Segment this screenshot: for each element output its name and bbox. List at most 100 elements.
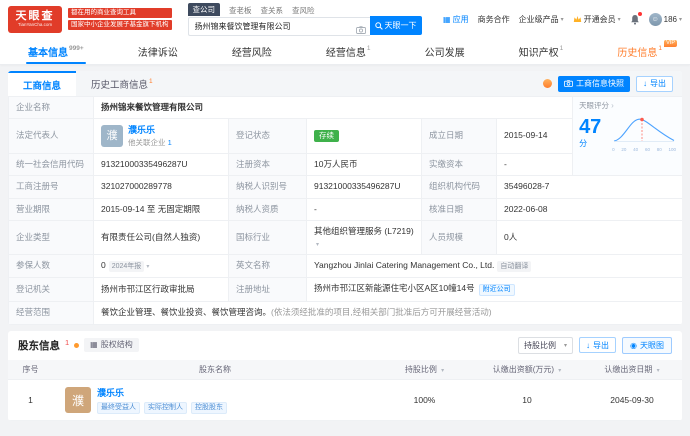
field-label: 核准日期	[422, 198, 497, 220]
search-icon	[375, 22, 383, 30]
snapshot-button[interactable]: 工商信息快照	[558, 76, 630, 92]
notification-bell-icon[interactable]	[630, 14, 640, 25]
col-holding-ratio[interactable]: 持股比例 ▾	[377, 360, 472, 380]
search-tab-risk[interactable]: 查风险	[292, 5, 315, 16]
section-nav: 基本信息999+ 法律诉讼 经营风险 经营信息1 公司发展 知识产权1 历史信息…	[0, 38, 690, 65]
tab-risk-label: 经营风险	[232, 44, 272, 59]
tab-basic-info[interactable]: 基本信息999+	[26, 38, 86, 64]
menu-cooperation-label: 商务合作	[478, 14, 510, 25]
tianyan-graph-label: 天眼图	[640, 340, 664, 351]
field-label: 国标行业	[229, 221, 307, 255]
tab-history-info[interactable]: 历史信息1 VIP	[615, 38, 664, 64]
tab-development-label: 公司发展	[425, 44, 465, 59]
chevron-down-icon[interactable]: ▾	[316, 242, 319, 248]
menu-cooperation[interactable]: 商务合作	[478, 14, 510, 25]
paid-capital-value: -	[497, 153, 573, 175]
search-input[interactable]	[188, 17, 370, 36]
camera-search-icon[interactable]	[356, 21, 366, 39]
reg-address-value: 扬州市邗江区新能源住宅小区A区10幢14号	[314, 283, 475, 293]
score-axis: 020406080100	[612, 147, 676, 153]
nearby-companies-link[interactable]: 附近公司	[479, 284, 515, 296]
table-row: 企业名称 扬州锦来餐饮管理有限公司 天眼评分 › 47分	[9, 97, 683, 119]
table-row: 企业类型 有限责任公司(自然人独资) 国标行业 其他组织管理服务 (L7219)…	[9, 221, 683, 255]
reg-address-cell: 扬州市邗江区新能源住宅小区A区10幢14号附近公司	[307, 278, 683, 302]
menu-enterprise[interactable]: 企业级产品 ▾	[519, 14, 564, 25]
apps-grid-icon: ▦	[443, 15, 451, 24]
reg-number-value: 321027000289778	[94, 176, 229, 198]
brand-slogan: 都在用的商业查询工具 国家中小企业发展子基金旗下机构	[68, 8, 172, 30]
logo-text: 天眼查	[16, 10, 55, 22]
reg-capital-value: 10万人民币	[307, 153, 422, 175]
menu-vip-label: 开通会员	[584, 14, 616, 25]
shareholder-tag[interactable]: 实际控制人	[144, 402, 187, 414]
field-label: 组织机构代码	[422, 176, 497, 198]
search-tab-boss[interactable]: 查老板	[229, 5, 252, 16]
tab-company-development[interactable]: 公司发展	[423, 38, 467, 64]
shareholders-export-button[interactable]: ↓ 导出	[579, 337, 616, 353]
score-distribution-chart: 020406080100	[612, 114, 676, 153]
table-row: 工商注册号 321027000289778 纳税人识别号 91321000335…	[9, 176, 683, 198]
search-area: 查公司 查老板 查关系 查风险 天眼一下	[188, 3, 422, 35]
approval-date-value: 2022-06-08	[497, 198, 683, 220]
tianyancha-logo[interactable]: 天眼查 TianYanCha.com	[8, 6, 62, 33]
shareholder-avatar[interactable]: 濮	[65, 387, 91, 413]
tab-intellectual-property[interactable]: 知识产权1	[517, 38, 566, 64]
legal-rep-cell: 濮 濮乐乐 他关联企业 1	[94, 119, 229, 153]
tianyancha-score-panel[interactable]: 天眼评分 › 47分	[573, 97, 682, 176]
menu-vip[interactable]: 开通会员 ▾	[573, 14, 621, 25]
col-subscribed-date[interactable]: 认缴出资日期 ▾	[582, 360, 682, 380]
relation-count-link[interactable]: 1	[168, 138, 172, 147]
shareholder-tag[interactable]: 控股股东	[191, 402, 227, 414]
tab-business-registration[interactable]: 工商信息	[8, 71, 76, 96]
promo-icon[interactable]	[543, 79, 552, 88]
relation-label: 他关联企业	[128, 138, 166, 147]
user-account[interactable]: ☺ 186 ▾	[649, 13, 682, 26]
legal-rep-avatar[interactable]: 濮	[101, 125, 123, 147]
chevron-down-icon[interactable]: ▾	[146, 264, 149, 270]
slogan-line-2: 国家中小企业发展子基金旗下机构	[68, 20, 172, 30]
col-index: 序号	[8, 360, 53, 380]
score-value: 47	[579, 116, 601, 138]
tab-history-business-registration[interactable]: 历史工商信息1	[76, 71, 168, 96]
tab-legal-proceedings[interactable]: 法律诉讼	[136, 38, 180, 64]
english-name-cell: Yangzhou Jinlai Catering Management Co.,…	[307, 255, 683, 278]
notification-dot	[638, 12, 642, 16]
table-row: 1 濮 濮乐乐 最终受益人 实际控制人 控股股东	[8, 380, 682, 421]
table-row: 登记机关 扬州市邗江区行政审批局 注册地址 扬州市邗江区新能源住宅小区A区10幢…	[9, 278, 683, 302]
shareholder-tag[interactable]: 最终受益人	[97, 402, 140, 414]
tianyan-graph-button[interactable]: ◉ 天眼图	[622, 337, 672, 354]
chevron-down-icon: ▾	[679, 16, 682, 23]
download-icon: ↓	[643, 79, 647, 88]
menu-apps[interactable]: ▦ 应用	[443, 14, 469, 25]
business-scope-value: 餐饮企业管理、餐饮业投资、餐饮管理咨询。	[101, 307, 271, 317]
tab-ip-count: 1	[560, 45, 564, 52]
export-button[interactable]: ↓ 导出	[636, 76, 673, 92]
shareholders-title: 股东信息	[18, 338, 60, 353]
equity-structure-button[interactable]: ▦ 股权结构	[84, 338, 139, 352]
taxpayer-id-value: 91321000335496287U	[307, 176, 422, 198]
search-tab-relation[interactable]: 查关系	[261, 5, 284, 16]
chevron-down-icon: ▾	[564, 342, 567, 349]
field-label: 经营范围	[9, 302, 94, 324]
tab-operation-risk[interactable]: 经营风险	[230, 38, 274, 64]
business-scope-cell: 餐饮企业管理、餐饮业投资、餐饮管理咨询。(依法须经批准的项目,经相关部门批准后方…	[94, 302, 683, 324]
status-badge: 存续	[314, 130, 339, 142]
holding-ratio-selected: 持股比例	[524, 340, 556, 351]
legal-rep-name-link[interactable]: 濮乐乐	[128, 124, 172, 136]
business-info-tabbar: 工商信息 历史工商信息1 工商信息快照 ↓ 导出	[8, 71, 682, 96]
tab-history-registration-count: 1	[149, 78, 153, 85]
search-button[interactable]: 天眼一下	[370, 16, 422, 35]
shareholder-name-link[interactable]: 濮乐乐	[97, 386, 227, 399]
credit-code-value: 91321000335496287U	[94, 153, 229, 175]
annual-report-chip[interactable]: 2024年报	[109, 261, 145, 272]
tab-operation-info[interactable]: 经营信息1	[324, 38, 373, 64]
tab-history-label: 历史信息	[617, 44, 657, 59]
col-subscribed-amount[interactable]: 认缴出资额(万元) ▾	[472, 360, 582, 380]
crown-icon	[573, 15, 582, 23]
search-tab-company[interactable]: 查公司	[188, 3, 221, 16]
holding-ratio-select[interactable]: 持股比例 ▾	[518, 337, 573, 354]
company-name-value: 扬州锦来餐饮管理有限公司	[94, 97, 573, 119]
field-label: 成立日期	[422, 119, 497, 153]
field-label: 法定代表人	[9, 119, 94, 153]
insured-count-value: 0	[101, 260, 106, 270]
